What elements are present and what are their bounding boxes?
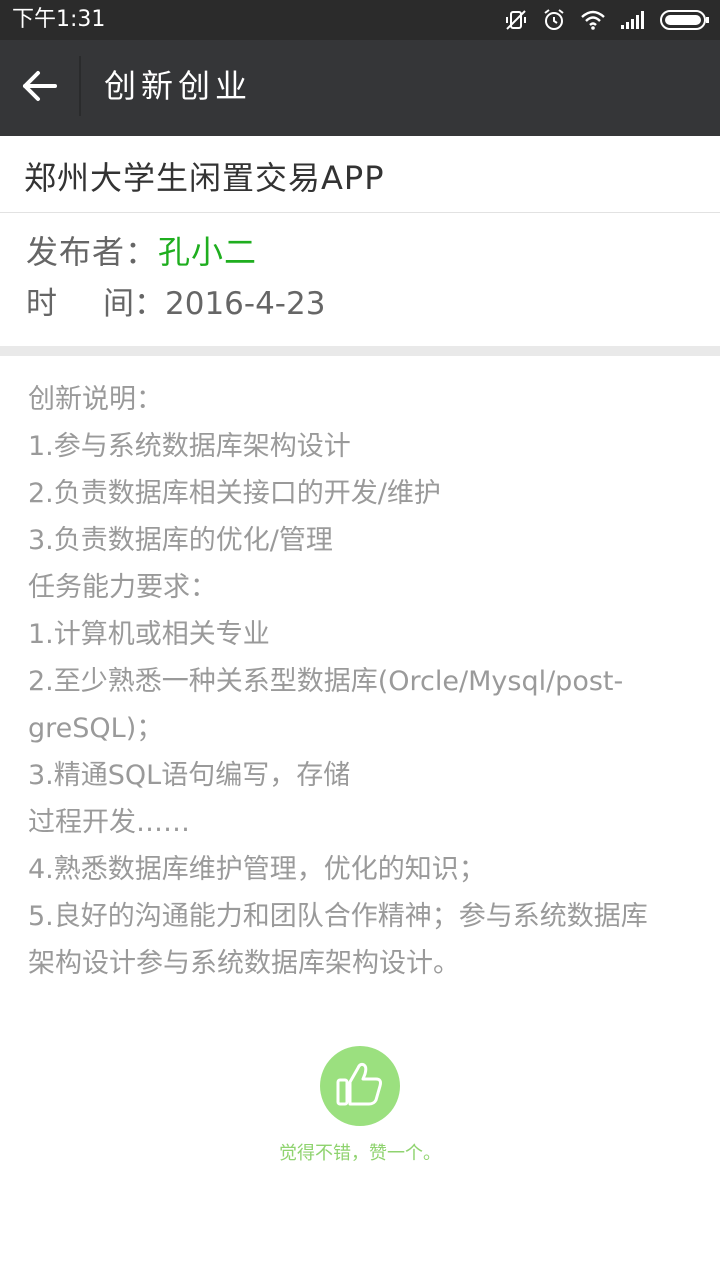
publisher-label: 发布者 xyxy=(26,233,126,271)
content-line: 3.负责数据库的优化/管理 xyxy=(28,525,333,556)
time-label-2: 间 xyxy=(103,286,134,322)
article-content: 创新说明： 1.参与系统数据库架构设计 2.负责数据库相关接口的开发/维护 3.… xyxy=(28,376,704,987)
title-divider xyxy=(79,56,81,116)
like-button[interactable] xyxy=(320,1046,400,1126)
publisher-separator: ： xyxy=(125,233,159,271)
section-separator xyxy=(0,346,720,356)
content-line: 1.计算机或相关专业 xyxy=(28,619,270,650)
content-line: 2.负责数据库相关接口的开发/维护 xyxy=(28,478,441,509)
battery-icon xyxy=(660,9,710,31)
divider xyxy=(0,212,720,213)
content-line: greSQL)； xyxy=(28,713,164,744)
content-line: 1.参与系统数据库架构设计 xyxy=(28,431,351,462)
title-bar: 创新创业 xyxy=(0,40,720,136)
content-line: 3.精通SQL语句编写，存储 xyxy=(28,760,351,791)
thumbs-up-icon xyxy=(334,1058,386,1114)
publisher-row: 发布者：孔小二 xyxy=(26,230,257,274)
page-title: 创新创业 xyxy=(104,67,253,105)
back-arrow-icon xyxy=(21,68,57,108)
time-label-1: 时 xyxy=(26,286,57,322)
article-title: 郑州大学生闲置交易APP xyxy=(24,159,385,197)
content-line: 创新说明： xyxy=(28,384,163,415)
content-line: 5.良好的沟通能力和团队合作精神；参与系统数据库 xyxy=(28,901,648,932)
wifi-icon xyxy=(580,9,606,31)
vibrate-off-icon xyxy=(504,8,528,32)
status-bar: 下午1:31 xyxy=(0,0,720,40)
content-line: 架构设计参与系统数据库架构设计。 xyxy=(28,948,460,979)
status-time: 下午1:31 xyxy=(12,7,106,32)
back-button[interactable] xyxy=(0,40,78,136)
time-separator: ： xyxy=(134,286,165,322)
time-value: 2016-4-23 xyxy=(165,286,326,322)
content-line: 4.熟悉数据库维护管理，优化的知识； xyxy=(28,854,486,885)
alarm-icon xyxy=(542,8,566,32)
publisher-name[interactable]: 孔小二 xyxy=(158,233,257,271)
content-line: 2.至少熟悉一种关系型数据库(Orcle/Mysql/post- xyxy=(28,666,624,697)
content-line: 任务能力要求： xyxy=(28,572,217,603)
status-icons xyxy=(504,6,710,34)
like-text: 觉得不错，赞一个。 xyxy=(279,1143,441,1164)
time-row: 时 间：2016-4-23 xyxy=(26,282,325,326)
signal-icon xyxy=(620,10,646,30)
like-section: 觉得不错，赞一个。 xyxy=(0,1046,720,1168)
content-line: 过程开发…… xyxy=(28,807,190,838)
